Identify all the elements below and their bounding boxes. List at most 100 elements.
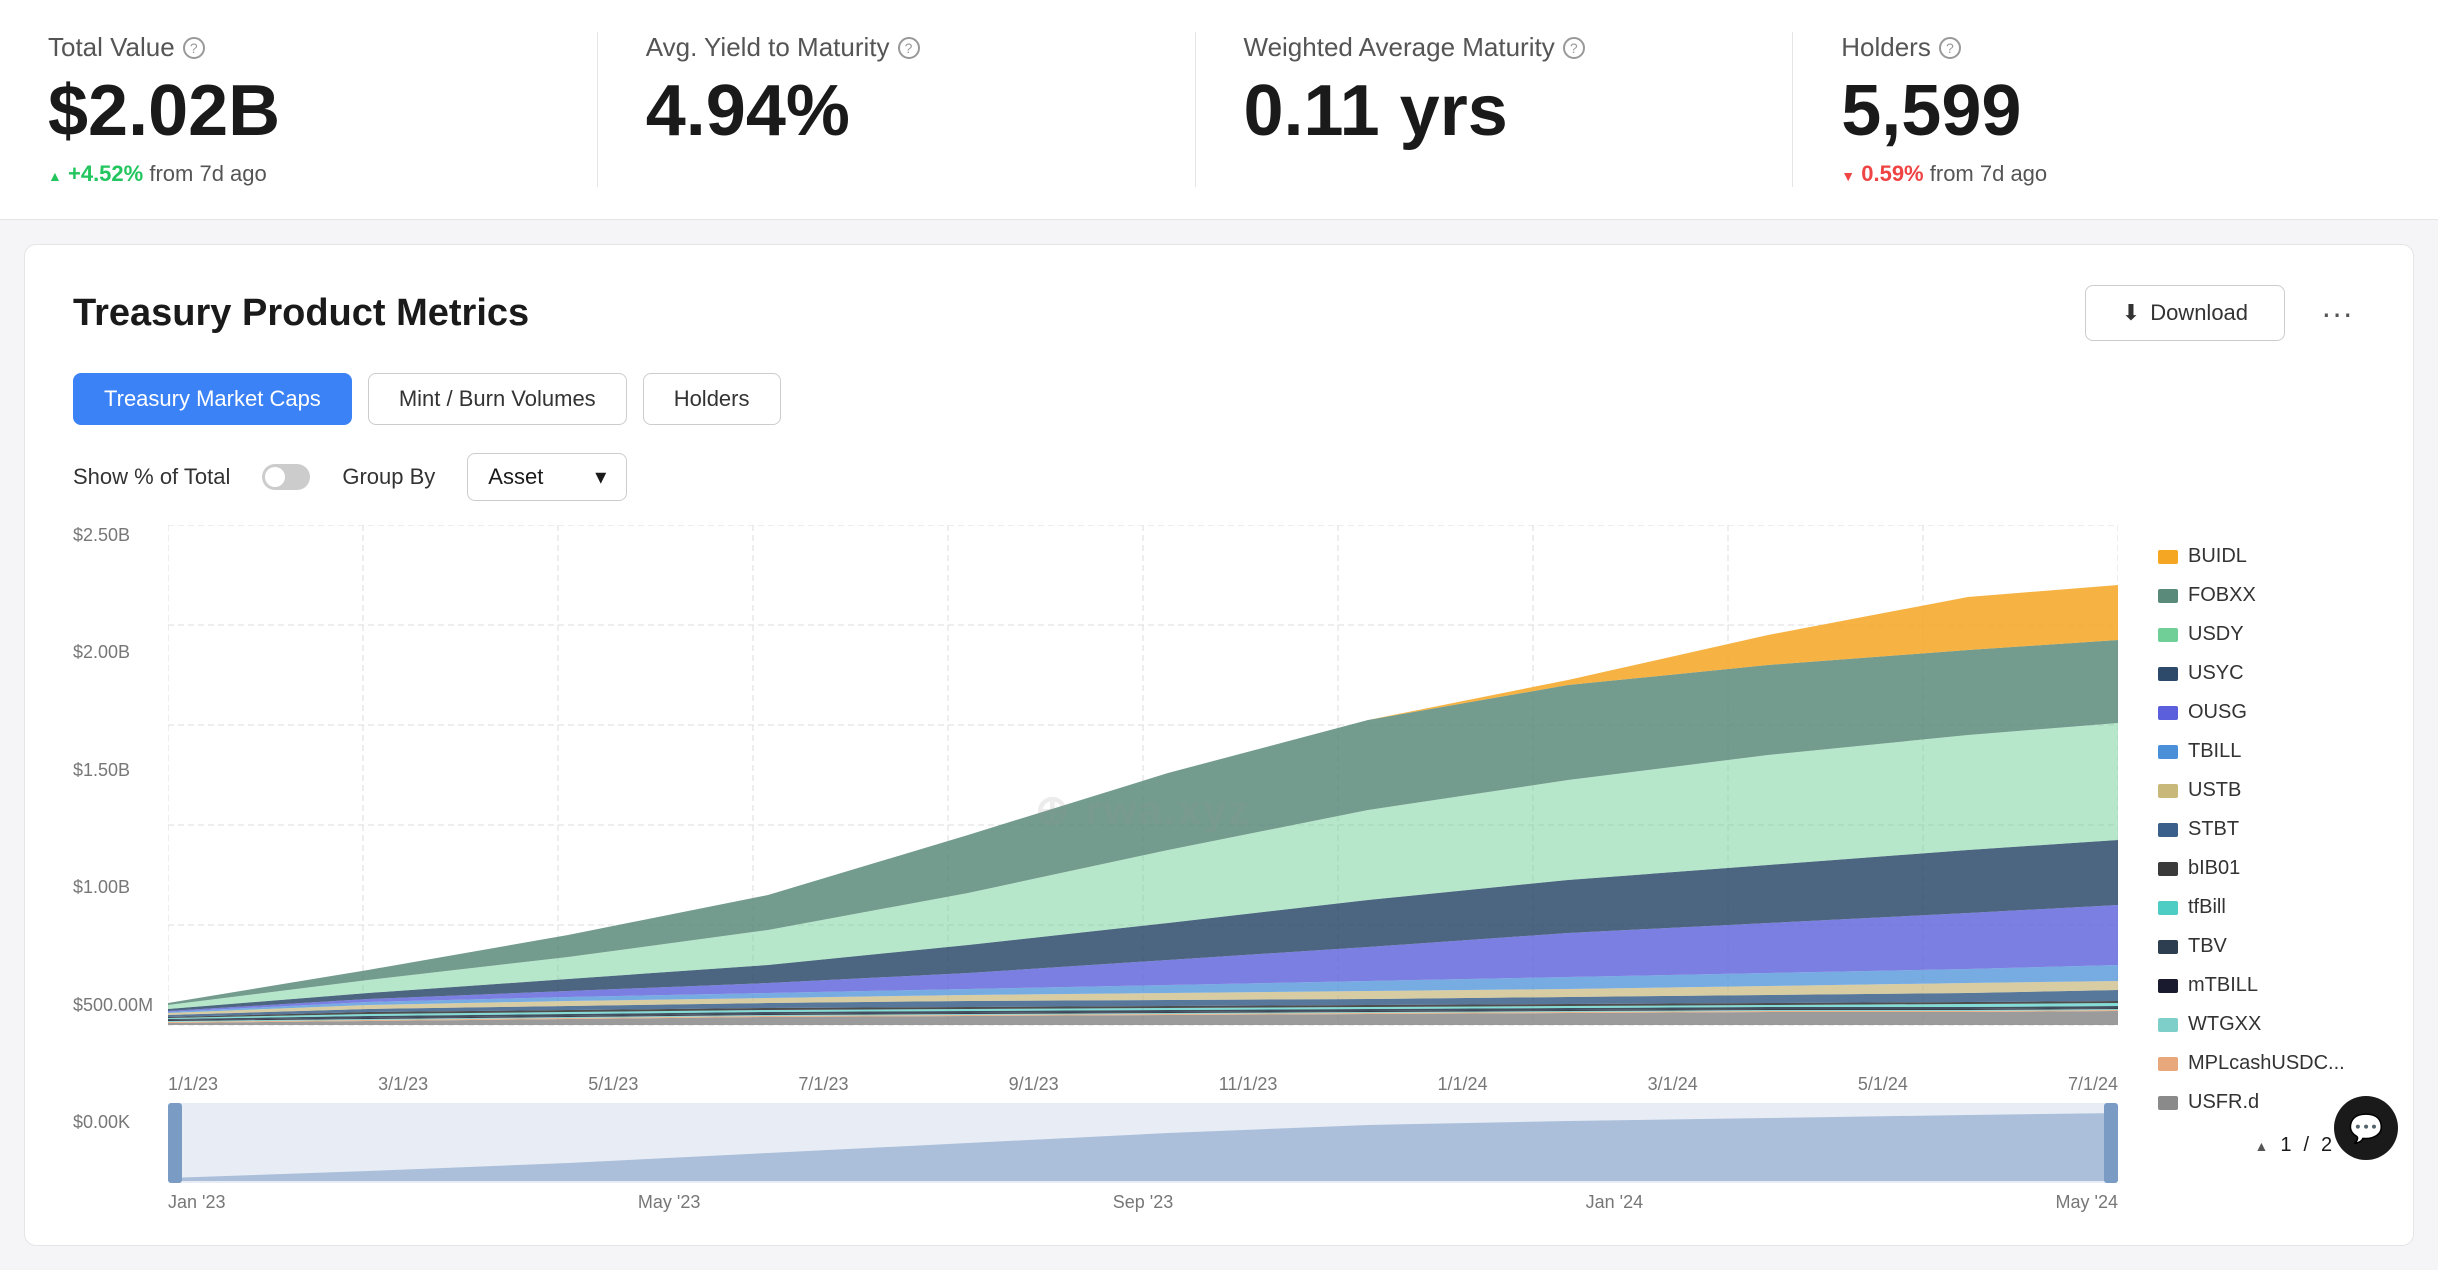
mini-handle-right[interactable] — [2104, 1103, 2118, 1183]
mini-handle-left[interactable] — [168, 1103, 182, 1183]
y-label-1: $2.00B — [73, 642, 163, 663]
metric-total-value: Total Value ? $2.02B ▲ +4.52% from 7d ag… — [48, 32, 598, 187]
pagination-current: 1 — [2280, 1134, 2291, 1157]
legend-color-fobxx — [2158, 589, 2178, 603]
legend-color-bib01 — [2158, 862, 2178, 876]
legend-label-usyc: USYC — [2188, 662, 2244, 685]
legend-item-wtgxx: WTGXX — [2158, 1013, 2378, 1036]
legend-color-wtgxx — [2158, 1018, 2178, 1032]
total-value-suffix: from 7d ago — [149, 161, 266, 186]
metrics-bar: Total Value ? $2.02B ▲ +4.52% from 7d ag… — [0, 0, 2438, 220]
chevron-down-icon: ▾ — [595, 464, 606, 490]
legend-item-usdy: USDY — [2158, 623, 2378, 646]
group-by-value: Asset — [488, 464, 543, 490]
total-value-up-arrow: ▲ — [48, 168, 62, 184]
chat-icon: 💬 — [2349, 1112, 2384, 1145]
legend-label-usdy: USDY — [2188, 623, 2244, 646]
y-label-2: $1.50B — [73, 760, 163, 781]
y-label-0: $2.50B — [73, 525, 163, 546]
mini-x-label-1: May '23 — [638, 1192, 700, 1213]
legend-label-mtbill: mTBILL — [2188, 974, 2258, 997]
legend-color-mtbill — [2158, 979, 2178, 993]
group-by-label: Group By — [342, 464, 435, 490]
total-value-pct: +4.52% — [68, 161, 143, 186]
chart-header: Treasury Product Metrics ⬇ Download ··· — [73, 285, 2365, 341]
legend-item-tfbill: tfBill — [2158, 896, 2378, 919]
total-value-change: ▲ +4.52% from 7d ago — [48, 161, 549, 187]
y-label-5: $0.00K — [73, 1112, 163, 1133]
download-button[interactable]: ⬇ Download — [2085, 285, 2285, 341]
x-label-2: 5/1/23 — [588, 1074, 638, 1095]
x-label-9: 7/1/24 — [2068, 1074, 2118, 1095]
legend-label-stbt: STBT — [2188, 818, 2239, 841]
legend-color-usyc — [2158, 667, 2178, 681]
x-label-6: 1/1/24 — [1438, 1074, 1488, 1095]
legend-color-buidl — [2158, 550, 2178, 564]
legend-item-tbill: TBILL — [2158, 740, 2378, 763]
chart-tabs: Treasury Market Caps Mint / Burn Volumes… — [73, 373, 2365, 425]
avg-yield-value: 4.94% — [646, 75, 1147, 147]
pagination-separator: / — [2303, 1134, 2309, 1157]
legend-item-mtbill: mTBILL — [2158, 974, 2378, 997]
legend-item-buidl: BUIDL — [2158, 545, 2378, 568]
holders-pct: 0.59% — [1861, 161, 1923, 186]
mini-x-labels: Jan '23 May '23 Sep '23 Jan '24 May '24 — [168, 1192, 2118, 1213]
legend-label-bib01: bIB01 — [2188, 857, 2240, 880]
mini-chart-wrapper: Jan '23 May '23 Sep '23 Jan '24 May '24 — [168, 1103, 2118, 1213]
main-chart-svg — [168, 525, 2118, 1065]
x-label-1: 3/1/23 — [378, 1074, 428, 1095]
legend-color-stbt — [2158, 823, 2178, 837]
total-value-info-icon[interactable]: ? — [183, 37, 205, 59]
tab-mint-burn-volumes[interactable]: Mint / Burn Volumes — [368, 373, 627, 425]
mini-x-label-4: May '24 — [2056, 1192, 2118, 1213]
show-pct-label: Show % of Total — [73, 464, 230, 490]
chart-area: $2.50B $2.00B $1.50B $1.00B $500.00M $0.… — [73, 525, 2365, 1213]
legend-item-bib01: bIB01 — [2158, 857, 2378, 880]
metric-avg-yield: Avg. Yield to Maturity ? 4.94% — [646, 32, 1196, 187]
weighted-maturity-info-icon[interactable]: ? — [1563, 37, 1585, 59]
metric-holders: Holders ? 5,599 ▼ 0.59% from 7d ago — [1841, 32, 2390, 187]
download-label: Download — [2150, 300, 2248, 326]
avg-yield-info-icon[interactable]: ? — [898, 37, 920, 59]
legend-color-tfbill — [2158, 901, 2178, 915]
chat-button[interactable]: 💬 — [2334, 1096, 2398, 1160]
download-icon: ⬇ — [2122, 300, 2140, 326]
legend-label-fobxx: FOBXX — [2188, 584, 2256, 607]
pagination-prev[interactable]: ▲ — [2254, 1138, 2268, 1154]
holders-info-icon[interactable]: ? — [1939, 37, 1961, 59]
legend-item-ousg: OUSG — [2158, 701, 2378, 724]
y-axis-labels: $2.50B $2.00B $1.50B $1.00B $500.00M $0.… — [73, 525, 163, 1133]
chart-header-controls: ⬇ Download ··· — [2085, 285, 2365, 341]
show-pct-toggle[interactable] — [262, 464, 310, 490]
chart-svg-area: ⊕ rwa.xyz — [168, 525, 2118, 1095]
holders-down-arrow: ▼ — [1841, 168, 1855, 184]
total-value-label: Total Value — [48, 32, 175, 63]
legend-item-tbv: TBV — [2158, 935, 2378, 958]
legend-label-buidl: BUIDL — [2188, 545, 2247, 568]
chart-container: Treasury Product Metrics ⬇ Download ··· … — [24, 244, 2414, 1246]
legend-label-ustb: USTB — [2188, 779, 2241, 802]
legend-label-tbill: TBILL — [2188, 740, 2241, 763]
x-label-3: 7/1/23 — [798, 1074, 848, 1095]
y-label-4: $500.00M — [73, 995, 163, 1016]
x-label-4: 9/1/23 — [1009, 1074, 1059, 1095]
holders-label: Holders — [1841, 32, 1931, 63]
legend-item-mplcash: MPLcashUSDC... — [2158, 1052, 2378, 1075]
more-options-button[interactable]: ··· — [2309, 287, 2365, 340]
tab-holders[interactable]: Holders — [643, 373, 781, 425]
legend-label-tfbill: tfBill — [2188, 896, 2226, 919]
metric-weighted-maturity: Weighted Average Maturity ? 0.11 yrs — [1244, 32, 1794, 187]
legend-color-ustb — [2158, 784, 2178, 798]
x-axis-labels: 1/1/23 3/1/23 5/1/23 7/1/23 9/1/23 11/1/… — [168, 1074, 2118, 1095]
holders-suffix: from 7d ago — [1930, 161, 2047, 186]
chart-controls: Show % of Total Group By Asset ▾ — [73, 453, 2365, 501]
x-label-5: 11/1/23 — [1219, 1074, 1278, 1095]
legend-item-usyc: USYC — [2158, 662, 2378, 685]
tab-treasury-market-caps[interactable]: Treasury Market Caps — [73, 373, 352, 425]
legend-label-ousg: OUSG — [2188, 701, 2247, 724]
group-by-select[interactable]: Asset ▾ — [467, 453, 627, 501]
pagination-total: 2 — [2321, 1134, 2332, 1157]
legend-item-fobxx: FOBXX — [2158, 584, 2378, 607]
x-label-0: 1/1/23 — [168, 1074, 218, 1095]
legend-color-usfrd — [2158, 1096, 2178, 1110]
